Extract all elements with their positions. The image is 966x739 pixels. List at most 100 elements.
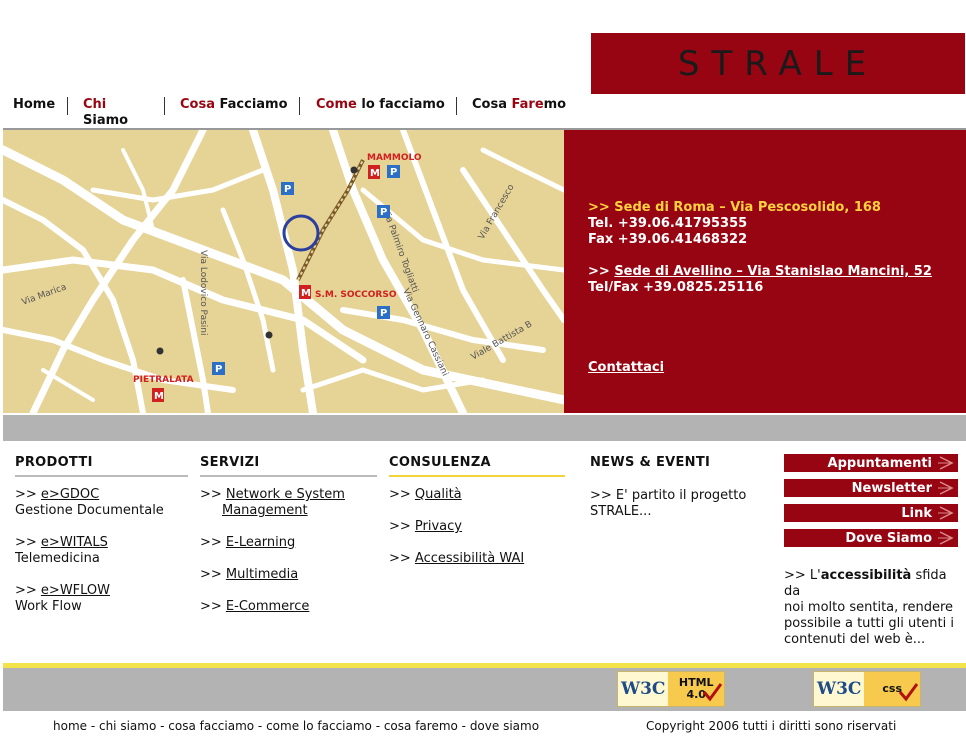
item-prefix: >> [389, 487, 415, 502]
logo-text: STRALE [677, 43, 879, 84]
nav-come-label: Come [316, 97, 357, 112]
svg-text:P: P [284, 184, 291, 195]
contact-panel: >> Sede di Roma – Via Pescosolido, 168 T… [564, 130, 966, 413]
arrow-right-icon [938, 531, 954, 545]
accessibility-note[interactable]: >> L'accessibilità sfida da noi molto se… [784, 568, 966, 648]
avellino-link[interactable]: Sede di Avellino – Via Stanislao Mancini… [614, 264, 932, 279]
news-line: >> E' partito il progetto [590, 488, 747, 503]
map-label-pietralata: PIETRALATA [133, 375, 194, 385]
servizio-item: >> E-Learning [200, 535, 295, 551]
footer-copyright: Copyright 2006 tutti i diritti sono rise… [646, 719, 897, 733]
prodotto-item: >> e>GDOC Gestione Documentale [15, 487, 164, 519]
button-label: Appuntamenti [827, 455, 932, 471]
nav-home[interactable]: Home [13, 97, 55, 113]
ewflow-link[interactable]: e>WFLOW [41, 583, 110, 598]
item-prefix: >> [389, 519, 415, 534]
w3c-logo: W3C [621, 679, 666, 699]
servizio-item: >> Multimedia [200, 567, 298, 583]
network-link[interactable]: Network e System [226, 487, 345, 502]
nav-separator [164, 97, 165, 115]
elearning-link[interactable]: E-Learning [226, 535, 295, 550]
nav-faremo-label-c: mo [543, 97, 567, 112]
qualita-link[interactable]: Qualità [415, 487, 462, 502]
nav-chi-label: Chi [83, 97, 107, 112]
egdoc-link[interactable]: e>GDOC [41, 487, 99, 502]
avellino-address: >> Sede di Avellino – Via Stanislao Manc… [588, 264, 932, 279]
nav-separator [456, 97, 457, 115]
svg-text:M: M [370, 168, 380, 179]
servizio-item: >> E-Commerce [200, 599, 309, 615]
footer-links[interactable]: home - chi siamo - cosa facciamo - come … [53, 719, 539, 733]
item-prefix: >> [15, 583, 41, 598]
nav-cosa-label: Cosa [180, 97, 215, 112]
button-label: Link [901, 505, 932, 521]
appuntamenti-button[interactable]: Appuntamenti [784, 454, 958, 472]
nav-cosa-faremo[interactable]: Cosa Faremo [472, 97, 566, 113]
nav-lo-facciamo-label: lo facciamo [356, 97, 445, 112]
servizi-heading: SERVIZI [200, 455, 260, 470]
ewitals-link[interactable]: e>WITALS [41, 535, 108, 550]
management-link[interactable]: Management [222, 503, 308, 518]
avellino-telfax: Tel/Fax +39.0825.25116 [588, 280, 764, 295]
item-prefix: >> [389, 551, 415, 566]
svg-text:P: P [390, 167, 397, 178]
item-prefix: >> [15, 535, 41, 550]
consulenza-item: >> Privacy [389, 519, 462, 535]
svg-text:P: P [215, 364, 222, 375]
item-prefix: >> [200, 599, 226, 614]
checkmark-icon [702, 683, 722, 702]
contattaci-link[interactable]: Contattaci [588, 360, 664, 375]
location-map[interactable]: MAMMOLO S.M. SOCCORSO PIETRALATA Via Mar… [3, 130, 564, 413]
roma-fax: Fax +39.06.41468322 [588, 232, 748, 247]
nav-faremo-label-b: Fare [511, 97, 544, 112]
dove-siamo-button[interactable]: Dove Siamo [784, 529, 958, 547]
nav-facciamo-label: Facciamo [214, 97, 288, 112]
nav-chi-siamo[interactable]: Chi Siamo [83, 97, 128, 129]
prodotti-heading: PRODOTTI [15, 455, 93, 470]
prodotto-item: >> e>WFLOW Work Flow [15, 583, 110, 615]
arrow-right-icon [938, 456, 954, 470]
strale-logo[interactable]: STRALE [591, 33, 965, 94]
nav-home-label: Home [13, 97, 56, 112]
prodotto-item: >> e>WITALS Telemedicina [15, 535, 108, 567]
item-prefix: >> [200, 535, 226, 550]
nav-faremo-label-a: Cosa [472, 97, 512, 112]
item-prefix: >> [15, 487, 41, 502]
grey-divider-bar [3, 415, 966, 441]
privacy-link[interactable]: Privacy [415, 519, 462, 534]
acc-bold: accessibilità [820, 568, 912, 583]
nav-come-lo-facciamo[interactable]: Come lo facciamo [316, 97, 445, 113]
news-heading: NEWS & EVENTI [590, 455, 711, 470]
roma-address: >> Sede di Roma – Via Pescosolido, 168 [588, 200, 881, 215]
item-desc: Gestione Documentale [15, 503, 164, 518]
map-label-via-pasini: Via Lodovico Pasini [198, 250, 208, 336]
w3c-html-badge[interactable]: W3C HTML 4.0 [617, 671, 725, 707]
acc-line: possibile a tutti gli utenti i [784, 616, 954, 631]
prodotti-rule [15, 475, 188, 477]
news-item[interactable]: >> E' partito il progetto STRALE... [590, 488, 746, 520]
button-label: Newsletter [851, 480, 932, 496]
consulenza-item: >> Qualità [389, 487, 462, 503]
link-button[interactable]: Link [784, 504, 958, 522]
news-line: STRALE... [590, 504, 652, 519]
map-label-mammolo: MAMMOLO [367, 153, 422, 163]
accessibilita-wai-link[interactable]: Accessibilità WAI [415, 551, 524, 566]
item-prefix: >> [200, 487, 226, 502]
item-desc: Work Flow [15, 599, 82, 614]
nav-separator [67, 97, 68, 115]
newsletter-button[interactable]: Newsletter [784, 479, 958, 497]
acc-prefix: >> L' [784, 568, 821, 583]
consulenza-heading: CONSULENZA [389, 455, 491, 470]
ecommerce-link[interactable]: E-Commerce [226, 599, 309, 614]
nav-cosa-facciamo[interactable]: Cosa Facciamo [180, 97, 288, 113]
multimedia-link[interactable]: Multimedia [226, 567, 298, 582]
checkmark-icon [898, 683, 918, 702]
consulenza-rule [389, 475, 565, 477]
w3c-css-badge[interactable]: W3C css [813, 671, 921, 707]
nav-siamo-label: Siamo [83, 113, 129, 128]
svg-text:M: M [301, 288, 311, 299]
map-label-soccorso: S.M. SOCCORSO [315, 290, 397, 300]
arrow-right-icon [938, 506, 954, 520]
acc-line: contenuti del web è... [784, 632, 926, 647]
button-label: Dove Siamo [845, 530, 932, 546]
